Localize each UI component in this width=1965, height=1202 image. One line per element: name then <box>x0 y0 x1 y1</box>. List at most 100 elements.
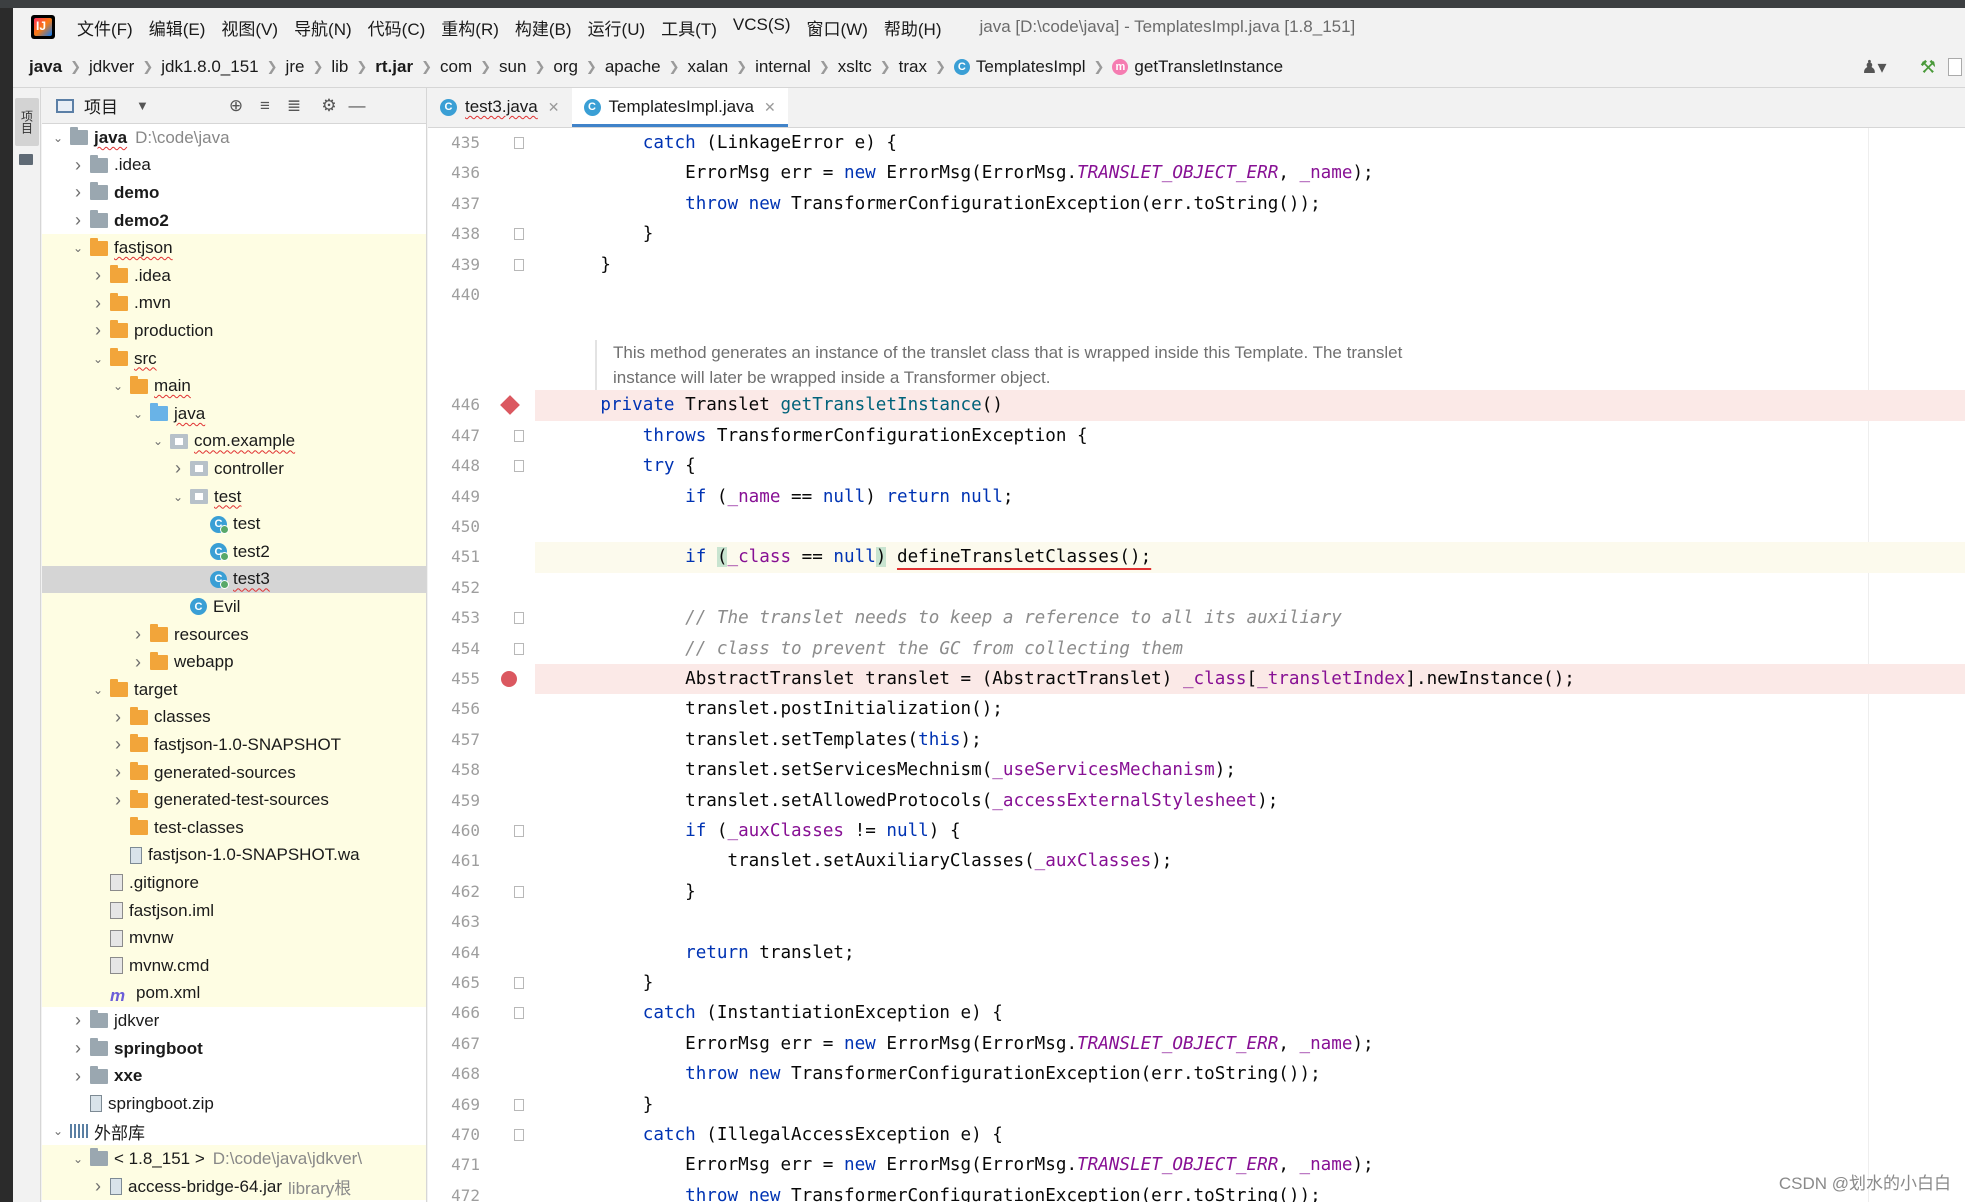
menu-item[interactable]: 构建(B) <box>507 15 580 40</box>
code-line[interactable]: } <box>535 250 1965 280</box>
tree-node[interactable]: ›Ctest3 <box>42 565 426 594</box>
chevron-right-icon[interactable]: › <box>92 1176 104 1197</box>
code-line[interactable]: } <box>535 968 1965 998</box>
minimize-icon[interactable]: — <box>346 96 368 116</box>
tree-node[interactable]: ⌄ java <box>42 400 426 428</box>
chevron-right-icon[interactable]: › <box>112 762 124 783</box>
breadcrumb-item[interactable]: jre ❯ <box>286 57 332 77</box>
tree-node[interactable]: ⌄ src <box>42 344 426 373</box>
chevron-right-icon[interactable]: › <box>132 652 144 673</box>
chevron-right-icon[interactable]: › <box>72 210 84 231</box>
code-line[interactable]: ErrorMsg err = new ErrorMsg(ErrorMsg.TRA… <box>535 1029 1965 1059</box>
tree-node[interactable]: ⌄ fastjson <box>42 234 426 262</box>
breadcrumb-item[interactable]: org ❯ <box>553 57 604 77</box>
code-line[interactable]: // The translet needs to keep a referenc… <box>535 603 1965 633</box>
chevron-down-icon[interactable]: ⌄ <box>52 1124 64 1138</box>
fold-marker-icon[interactable] <box>514 258 524 271</box>
menu-item[interactable]: 工具(T) <box>653 15 725 40</box>
code-line[interactable]: ErrorMsg err = new ErrorMsg(ErrorMsg.TRA… <box>535 158 1965 188</box>
menu-item[interactable]: 运行(U) <box>580 15 654 40</box>
code-line[interactable] <box>535 573 1965 603</box>
fold-marker-icon[interactable] <box>514 1007 524 1020</box>
breadcrumb-item[interactable]: rt.jar ❯ <box>375 57 440 77</box>
tree-node[interactable]: ›fastjson.iml <box>42 896 426 925</box>
tree-node[interactable]: › .idea <box>42 262 426 290</box>
code-line[interactable]: translet.setServicesMechnism(_useService… <box>535 755 1965 785</box>
fold-marker-icon[interactable] <box>514 1098 524 1111</box>
fold-marker-icon[interactable] <box>514 642 524 655</box>
fold-marker-icon[interactable] <box>514 429 524 442</box>
chevron-down-icon[interactable]: ⌄ <box>72 241 84 255</box>
menu-item[interactable]: 重构(R) <box>433 15 507 40</box>
code-line[interactable]: } <box>535 219 1965 249</box>
tree-node[interactable]: › resources <box>42 620 426 649</box>
tree-node[interactable]: ›test-classes <box>42 814 426 842</box>
tab-test3[interactable]: Ctest3.java ✕ <box>428 88 572 127</box>
tree-node[interactable]: › xxe <box>42 1062 426 1090</box>
chevron-down-icon[interactable]: ⌄ <box>52 131 64 145</box>
tree-node[interactable]: › production <box>42 317 426 345</box>
breadcrumb-item[interactable]: lib ❯ <box>331 57 375 77</box>
chevron-right-icon[interactable]: › <box>92 293 104 314</box>
menu-item[interactable]: 编辑(E) <box>141 15 214 40</box>
code-line[interactable]: catch (InstantiationException e) { <box>535 998 1965 1028</box>
chevron-down-icon[interactable]: ⌄ <box>72 1152 84 1166</box>
tree-node[interactable]: ⌄ 外部库 <box>42 1118 426 1146</box>
tree-node[interactable]: › demo2 <box>42 207 426 235</box>
tree-node[interactable]: ⌄ java D:\code\java <box>42 124 426 152</box>
tree-node[interactable]: › classes <box>42 703 426 732</box>
fold-marker-icon[interactable] <box>514 460 524 473</box>
fold-marker-icon[interactable] <box>514 1129 524 1141</box>
tree-node[interactable]: ›Ctest2 <box>42 538 426 566</box>
breadcrumb-item[interactable]: m getTransletInstance <box>1112 57 1283 77</box>
breadcrumb-item[interactable]: xsltc ❯ <box>838 57 899 77</box>
chevron-right-icon[interactable]: › <box>132 624 144 645</box>
menu-item[interactable]: 导航(N) <box>286 15 360 40</box>
code-area[interactable]: This method generates an instance of the… <box>535 128 1965 1202</box>
code-line[interactable]: throw new TransformerConfigurationExcept… <box>535 189 1965 219</box>
expand-all-icon[interactable]: ≡ <box>254 96 276 116</box>
tree-node[interactable]: ›CEvil <box>42 593 426 621</box>
code-line[interactable]: // class to prevent the GC from collecti… <box>535 634 1965 664</box>
code-line[interactable] <box>535 280 1965 310</box>
code-line[interactable]: if (_auxClasses != null) { <box>535 816 1965 846</box>
menu-item[interactable]: 窗口(W) <box>799 15 876 40</box>
tab-templatesimpl[interactable]: C TemplatesImpl.java ✕ <box>571 88 789 127</box>
tree-node[interactable]: › generated-test-sources <box>42 786 426 814</box>
code-line[interactable]: throws TransformerConfigurationException… <box>535 421 1965 451</box>
tree-node[interactable]: › jdkver <box>42 1007 426 1035</box>
breadcrumb-item[interactable]: xalan ❯ <box>688 57 756 77</box>
code-line[interactable]: try { <box>535 451 1965 481</box>
code-line[interactable]: return translet; <box>535 938 1965 968</box>
code-line[interactable] <box>535 512 1965 542</box>
chevron-down-icon[interactable]: ⌄ <box>92 352 104 366</box>
tree-node[interactable]: › .idea <box>42 152 426 180</box>
close-icon[interactable]: ✕ <box>548 99 560 116</box>
code-line[interactable]: AbstractTranslet translet = (AbstractTra… <box>535 664 1965 695</box>
fold-marker-icon[interactable] <box>514 228 524 241</box>
tree-node[interactable]: › controller <box>42 455 426 483</box>
fold-marker-icon[interactable] <box>514 137 524 149</box>
menu-item[interactable]: VCS(S) <box>725 15 799 40</box>
code-line[interactable]: throw new TransformerConfigurationExcept… <box>535 1059 1965 1089</box>
tree-node[interactable]: › .mvn <box>42 289 426 318</box>
code-line[interactable]: translet.postInitialization(); <box>535 694 1965 724</box>
locate-icon[interactable]: ⊕ <box>225 96 247 116</box>
chevron-right-icon[interactable]: › <box>112 790 124 811</box>
fold-marker-icon[interactable] <box>514 977 524 989</box>
chevron-right-icon[interactable]: › <box>72 1010 84 1031</box>
breadcrumb-item[interactable]: java ❯ <box>29 57 89 77</box>
chevron-right-icon[interactable]: › <box>92 265 104 286</box>
chevron-right-icon[interactable]: › <box>72 1066 84 1087</box>
project-tool-button[interactable]: 项目 <box>15 98 39 146</box>
chevron-down-icon[interactable]: ⌄ <box>172 490 184 504</box>
code-line[interactable]: } <box>535 877 1965 907</box>
breadcrumb-item[interactable]: jdk1.8.0_151 ❯ <box>161 57 285 77</box>
tree-node[interactable]: › fastjson-1.0-SNAPSHOT <box>42 731 426 759</box>
breadcrumb-item[interactable]: com ❯ <box>440 57 499 77</box>
breadcrumb-item[interactable]: apache ❯ <box>605 57 688 77</box>
breadcrumb-item[interactable]: trax ❯ <box>899 57 954 77</box>
tree-node[interactable]: ⌄ < 1.8_151 > D:\code\java\jdkver\ <box>42 1145 426 1173</box>
code-line[interactable]: translet.setTemplates(this); <box>535 725 1965 755</box>
tree-node[interactable]: ›springboot.zip <box>42 1090 426 1118</box>
